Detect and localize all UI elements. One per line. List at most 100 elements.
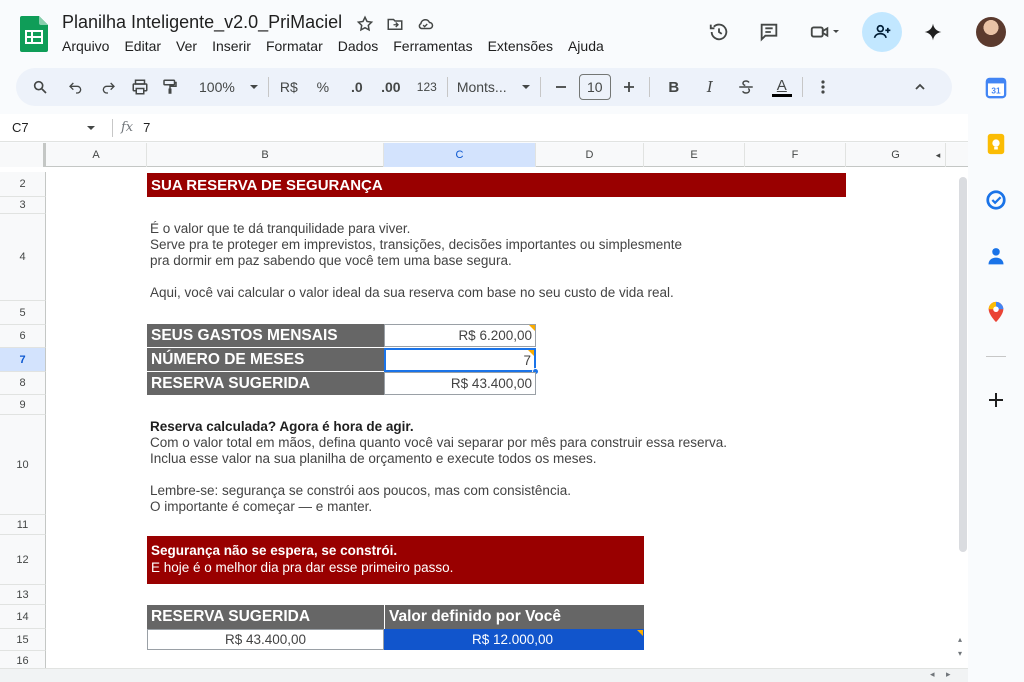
column-header-e[interactable]: E: [644, 143, 745, 167]
percent-format-button[interactable]: %: [309, 73, 337, 101]
menu-ver[interactable]: Ver: [169, 38, 205, 54]
sheets-logo-icon[interactable]: [20, 16, 48, 52]
scroll-down-icon[interactable]: ▾: [958, 649, 962, 658]
search-menus-icon[interactable]: [26, 73, 54, 101]
formula-input[interactable]: 7: [143, 120, 150, 135]
row-header-13[interactable]: 13: [0, 585, 46, 605]
row-header-15[interactable]: 15: [0, 629, 46, 651]
scroll-right-icon[interactable]: ▸: [946, 669, 951, 680]
scroll-left-icon[interactable]: ◂: [930, 669, 935, 680]
paint-format-icon[interactable]: [156, 73, 184, 101]
reserva-value-cell[interactable]: R$ 43.400,00: [384, 372, 536, 395]
number-format-button[interactable]: 123: [413, 73, 441, 101]
more-options-icon[interactable]: [809, 73, 837, 101]
tasks-icon[interactable]: [982, 186, 1010, 214]
row-header-5[interactable]: 5: [0, 301, 46, 325]
meses-label-cell[interactable]: NÚMERO DE MESES: [147, 348, 384, 371]
column-header-b[interactable]: B: [147, 143, 384, 167]
horizontal-scrollbar[interactable]: ◂ ▸: [0, 668, 968, 682]
column-header-c[interactable]: C: [384, 143, 536, 167]
redo-icon[interactable]: [94, 73, 122, 101]
row-header-8[interactable]: 8: [0, 372, 46, 395]
title-icons: [354, 13, 436, 35]
undo-icon[interactable]: [62, 73, 90, 101]
row-header-16[interactable]: 16: [0, 651, 46, 668]
italic-button[interactable]: I: [696, 73, 724, 101]
maps-icon[interactable]: [982, 298, 1010, 326]
version-history-icon[interactable]: [700, 13, 738, 51]
keep-icon[interactable]: [982, 130, 1010, 158]
scroll-left-icon[interactable]: ◂: [930, 143, 946, 167]
calendar-icon[interactable]: 31: [982, 74, 1010, 102]
increase-decimal-button[interactable]: .00: [377, 73, 405, 101]
reserva-label-cell[interactable]: RESERVA SUGERIDA: [147, 372, 384, 395]
scroll-up-icon[interactable]: ▴: [958, 635, 962, 644]
summary-valor-value[interactable]: R$ 12.000,00: [384, 629, 644, 650]
row-header-10[interactable]: 10: [0, 415, 46, 515]
row-header-6[interactable]: 6: [0, 325, 46, 348]
action-line: Inclua esse valor na sua planilha de orç…: [150, 451, 597, 466]
print-icon[interactable]: [126, 73, 154, 101]
comment-marker: [637, 630, 643, 636]
collapse-toolbar-icon[interactable]: [906, 73, 934, 101]
menu-inserir[interactable]: Inserir: [205, 38, 259, 54]
callout-box[interactable]: Segurança não se espera, se constrói. E …: [147, 536, 644, 584]
summary-reserva-header[interactable]: RESERVA SUGERIDA: [147, 605, 384, 629]
document-title[interactable]: Planilha Inteligente_v2.0_PriMaciel: [62, 12, 342, 33]
star-icon[interactable]: [354, 13, 376, 35]
section-title-banner[interactable]: SUA RESERVA DE SEGURANÇA: [147, 173, 846, 197]
get-addons-icon[interactable]: [982, 386, 1010, 414]
menu-formatar[interactable]: Formatar: [258, 38, 330, 54]
column-header-f[interactable]: F: [745, 143, 846, 167]
move-folder-icon[interactable]: [384, 13, 406, 35]
menu-ferramentas[interactable]: Ferramentas: [386, 38, 480, 54]
gastos-label-cell[interactable]: SEUS GASTOS MENSAIS: [147, 324, 384, 347]
currency-format-button[interactable]: R$: [275, 73, 303, 101]
gastos-value-cell[interactable]: R$ 6.200,00: [384, 324, 536, 347]
row-header-11[interactable]: 11: [0, 515, 46, 535]
row-header-3[interactable]: 3: [0, 197, 46, 214]
divider: [801, 77, 803, 97]
row-header-2[interactable]: 2: [0, 172, 46, 197]
font-size-input[interactable]: 10: [578, 74, 611, 100]
avatar[interactable]: [976, 17, 1006, 47]
bold-button[interactable]: B: [660, 73, 688, 101]
text-color-button[interactable]: A: [768, 73, 796, 101]
meet-icon[interactable]: [800, 13, 850, 51]
share-button[interactable]: [862, 12, 902, 52]
cloud-status-icon[interactable]: [414, 13, 436, 35]
comments-icon[interactable]: [750, 13, 788, 51]
menu-extensoes[interactable]: Extensões: [480, 38, 560, 54]
column-header-d[interactable]: D: [536, 143, 644, 167]
name-box[interactable]: C7: [0, 120, 104, 135]
row-header-4[interactable]: 4: [0, 214, 46, 301]
decrease-decimal-button[interactable]: .0: [343, 73, 371, 101]
column-header-a[interactable]: A: [46, 143, 147, 167]
row-header-12[interactable]: 12: [0, 535, 46, 585]
font-size-increase-icon[interactable]: [615, 73, 643, 101]
meses-value-cell[interactable]: 7: [384, 348, 536, 372]
menu-dados[interactable]: Dados: [330, 38, 385, 54]
scrollbar-thumb[interactable]: [959, 177, 967, 552]
row-header-9[interactable]: 9: [0, 395, 46, 415]
intro-paragraph[interactable]: É o valor que te dá tranquilidade para v…: [150, 221, 850, 301]
font-select[interactable]: Monts...: [454, 73, 534, 101]
font-size-decrease-icon[interactable]: [547, 73, 575, 101]
action-paragraph[interactable]: Reserva calculada? Agora é hora de agir.…: [150, 419, 870, 515]
row-header-7[interactable]: 7: [0, 348, 46, 372]
zoom-select[interactable]: 100%: [196, 73, 262, 101]
vertical-scrollbar[interactable]: [956, 167, 968, 667]
menu-arquivo[interactable]: Arquivo: [62, 38, 117, 54]
row-header-14[interactable]: 14: [0, 605, 46, 629]
divider: [539, 77, 541, 97]
action-line: [150, 467, 870, 483]
summary-reserva-value[interactable]: R$ 43.400,00: [147, 629, 384, 650]
summary-valor-header[interactable]: Valor definido por Você: [384, 605, 644, 629]
menu-ajuda[interactable]: Ajuda: [560, 38, 611, 54]
contacts-icon[interactable]: [982, 242, 1010, 270]
gemini-icon[interactable]: [914, 13, 952, 51]
strikethrough-icon[interactable]: [732, 73, 760, 101]
select-all-corner[interactable]: [0, 143, 46, 167]
spreadsheet-grid: A B C D E F G ◂ 2 3 4 5 6 7 8 9 10 11 12…: [0, 143, 968, 668]
menu-editar[interactable]: Editar: [117, 38, 169, 54]
